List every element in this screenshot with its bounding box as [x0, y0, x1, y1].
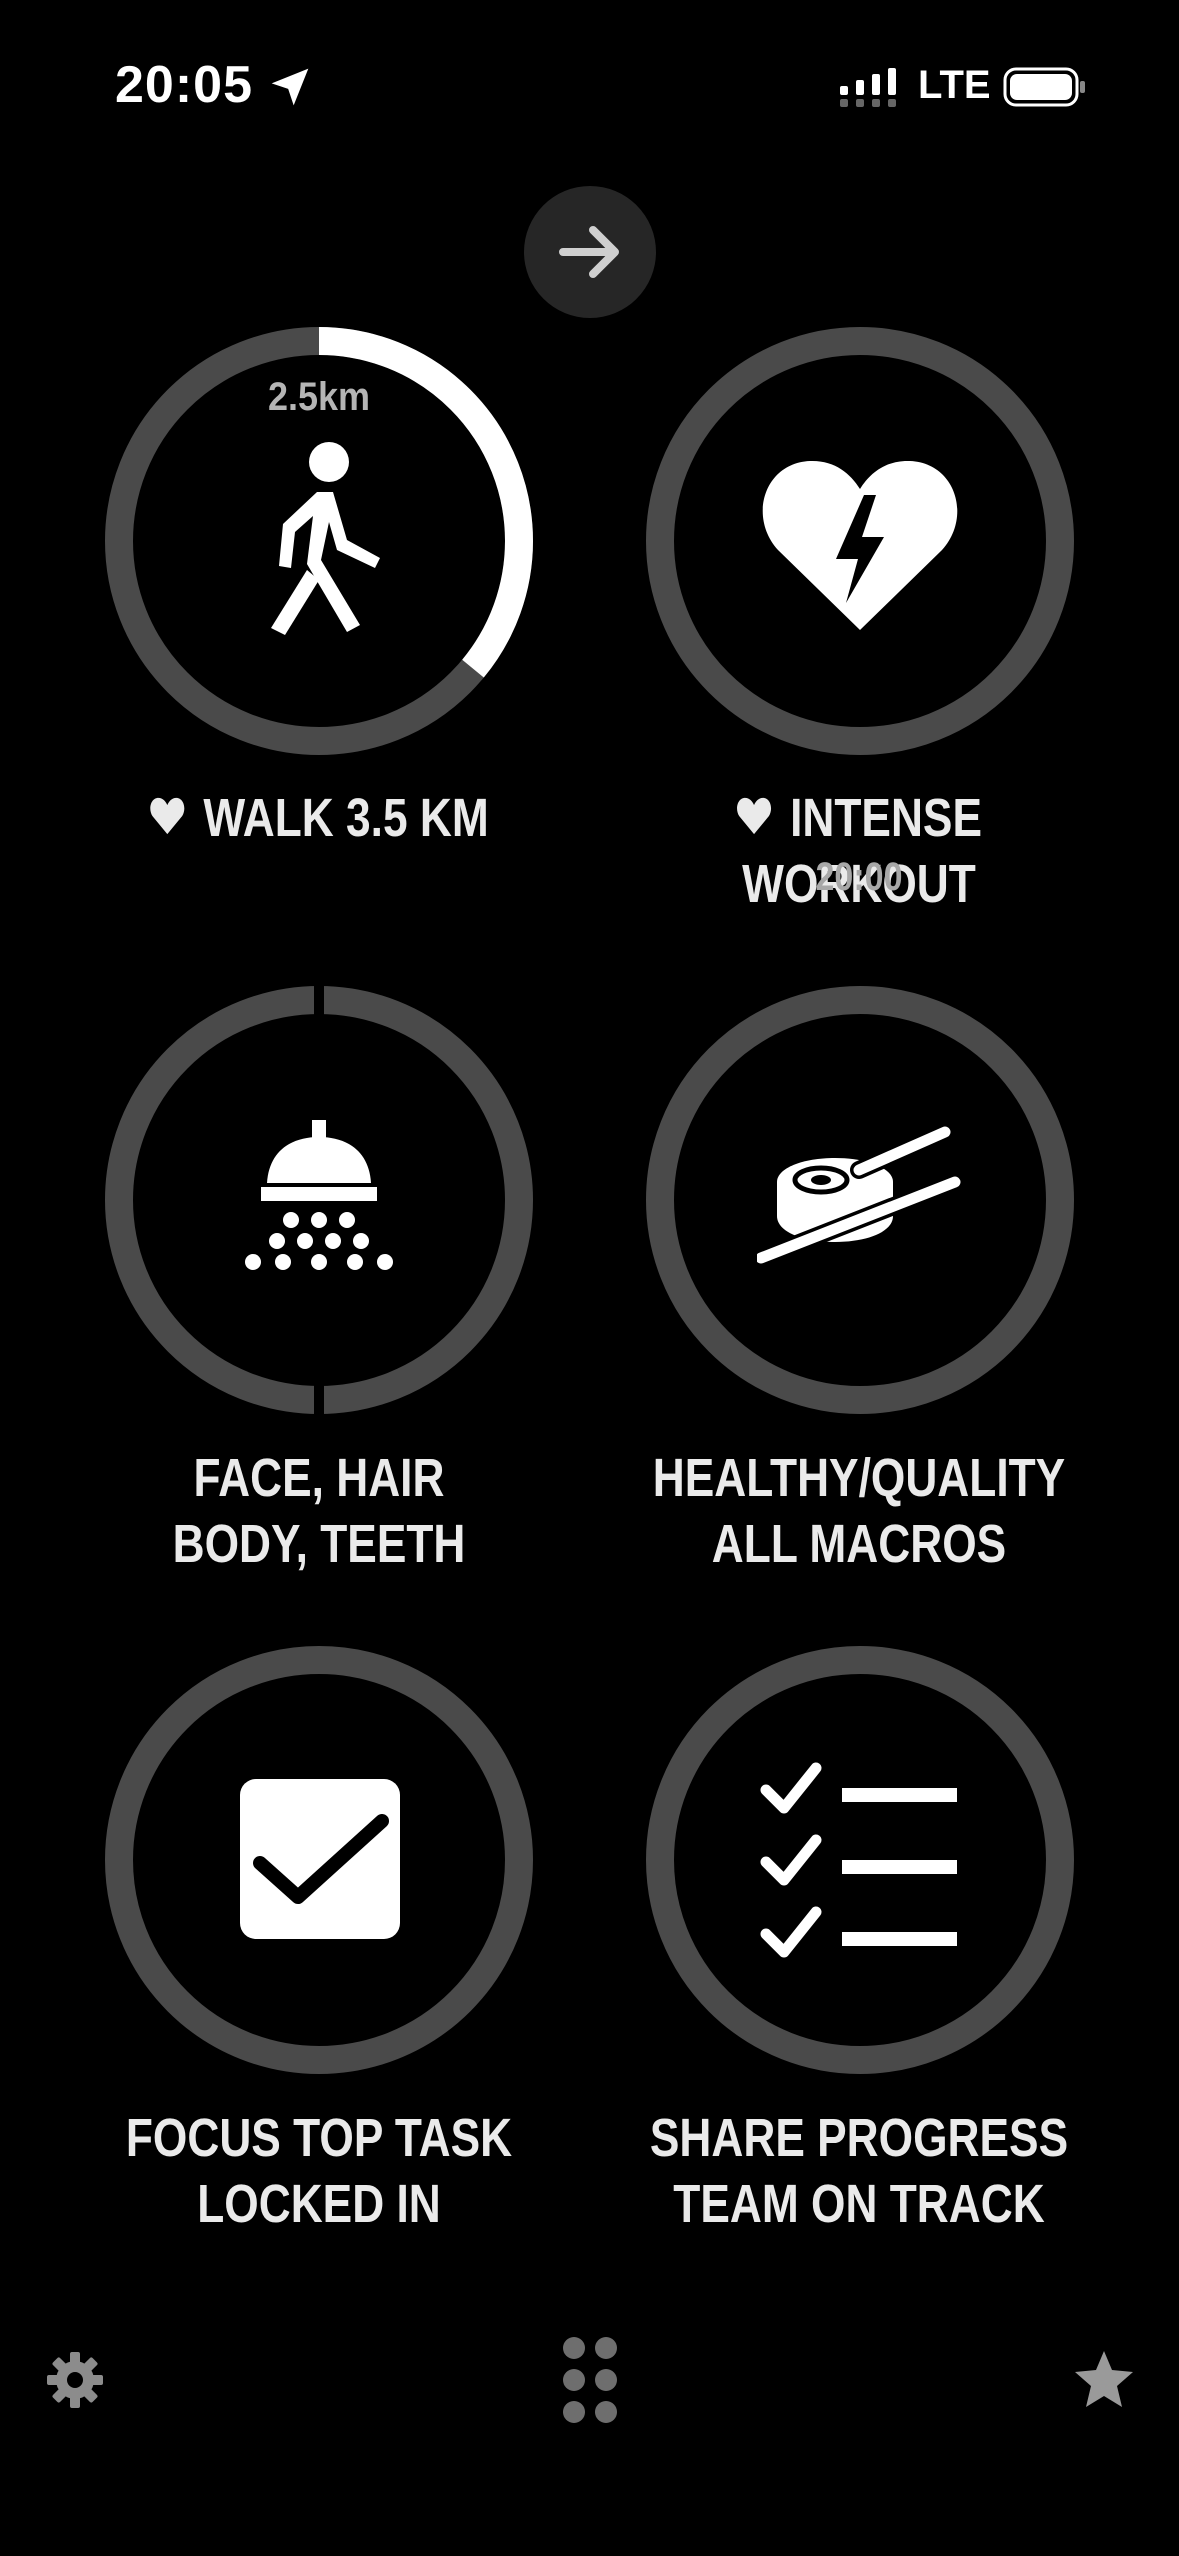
- signal-bars-icon: [840, 68, 896, 107]
- heart-bolt-icon: [762, 460, 958, 630]
- status-time: 20:05: [115, 56, 253, 114]
- settings-button[interactable]: [40, 2345, 110, 2415]
- habit-label-hygiene: FACE, HAIR BODY, TEETH: [89, 1445, 548, 1577]
- habit-subtitle: BODY, TEETH: [172, 1514, 466, 1574]
- location-arrow-icon: [271, 68, 309, 106]
- sushi-chopsticks-icon: [757, 1123, 962, 1267]
- heart-icon: [737, 797, 772, 834]
- grid-dots-icon: [563, 2337, 617, 2423]
- habit-subtitle: TEAM ON TRACK: [673, 2174, 1045, 2234]
- habit-label-walk: WALK 3.5 KM: [89, 785, 548, 851]
- heart-icon: [150, 797, 185, 834]
- habit-title: SHARE PROGRESS: [649, 2108, 1069, 2168]
- progress-distance: 2.5km: [267, 375, 371, 419]
- habit-time: 20:00: [815, 855, 903, 899]
- habit-subtitle: ALL MACROS: [711, 1514, 1007, 1574]
- walking-person-icon: [271, 442, 380, 635]
- habit-title: FOCUS TOP TASK: [125, 2108, 513, 2168]
- habit-title: HEALTHY/QUALITY: [652, 1448, 1066, 1508]
- shower-icon: [245, 1120, 393, 1270]
- checkbox-icon: [240, 1779, 400, 1939]
- network-type: LTE: [918, 63, 991, 107]
- star-icon: [1075, 2351, 1133, 2407]
- habit-label-nutrition: HEALTHY/QUALITY ALL MACROS: [629, 1445, 1088, 1577]
- favorites-button[interactable]: [1068, 2343, 1140, 2415]
- gear-icon: [47, 2352, 103, 2408]
- habit-title: FACE, HAIR: [193, 1448, 445, 1508]
- checklist-icon: [760, 1762, 957, 1958]
- next-page-button[interactable]: [524, 186, 656, 318]
- menu-grid-button[interactable]: [550, 2325, 630, 2435]
- habit-label-focus: FOCUS TOP TASK LOCKED IN: [89, 2105, 548, 2237]
- arrow-right-icon: [559, 226, 619, 278]
- habit-subtitle: LOCKED IN: [197, 2174, 441, 2234]
- habit-label-share: SHARE PROGRESS TEAM ON TRACK: [629, 2105, 1088, 2237]
- habit-title: WALK 3.5 KM: [203, 788, 489, 848]
- battery-icon: [1003, 67, 1085, 107]
